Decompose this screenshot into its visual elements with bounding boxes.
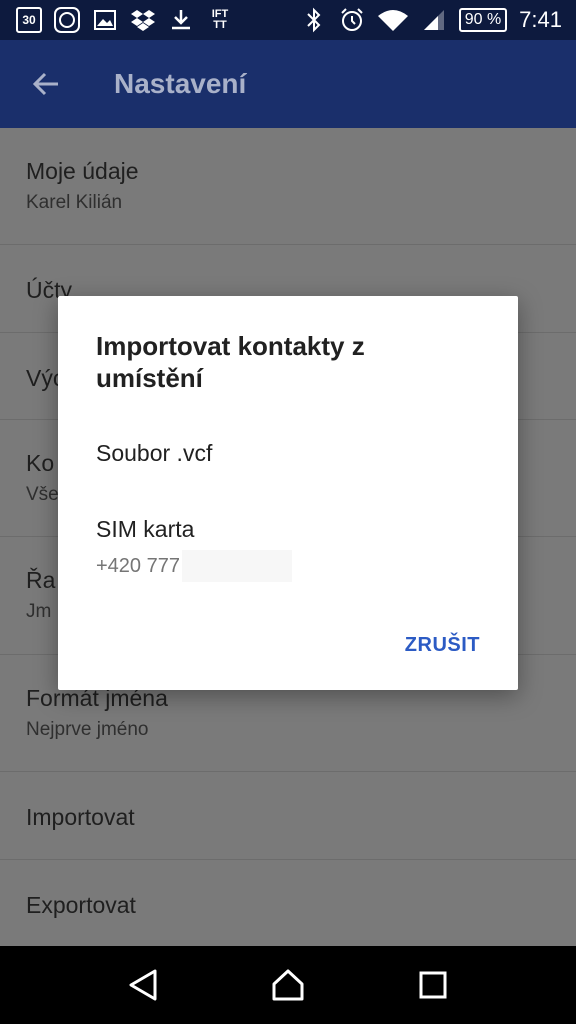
battery-indicator: 90 % — [458, 8, 508, 32]
page-title: Nastavení — [114, 68, 247, 99]
arrow-left-icon — [32, 72, 58, 96]
sim-number-text: +420 777 — [96, 554, 180, 577]
image-icon — [92, 7, 118, 33]
signal-icon — [421, 7, 447, 33]
home-icon — [272, 969, 304, 1001]
status-bar: 30 IFT TT 90 % 7:41 — [0, 0, 576, 40]
cancel-button[interactable]: ZRUŠIT — [405, 634, 480, 657]
dropbox-icon — [130, 7, 156, 33]
back-button[interactable] — [26, 64, 66, 104]
settings-item-my-info[interactable]: Moje údaje Karel Kilián — [0, 128, 576, 245]
mi-app-icon — [54, 7, 80, 33]
settings-item-export[interactable]: Exportovat — [0, 860, 576, 946]
calendar-icon: 30 — [16, 7, 42, 33]
dialog-title: Importovat kontakty z umístění — [96, 331, 365, 393]
settings-item-import[interactable]: Importovat — [0, 772, 576, 860]
bluetooth-icon — [301, 7, 327, 33]
download-icon — [168, 7, 194, 33]
option-sim-card[interactable]: SIM karta — [96, 516, 194, 543]
triangle-back-icon — [129, 969, 157, 1001]
nav-back-button[interactable] — [121, 963, 165, 1007]
navigation-bar — [0, 946, 576, 1024]
calendar-day: 30 — [22, 13, 36, 27]
ifttt-icon: IFT TT — [211, 8, 229, 31]
nav-recents-button[interactable] — [411, 963, 455, 1007]
redacted-block — [181, 550, 292, 582]
nav-home-button[interactable] — [266, 963, 310, 1007]
alarm-icon — [339, 7, 365, 33]
app-bar: Nastavení — [0, 40, 576, 128]
wifi-icon — [377, 7, 409, 33]
option-vcf-file[interactable]: Soubor .vcf — [96, 440, 212, 467]
import-dialog: Importovat kontakty z umístění Soubor .v… — [58, 296, 518, 690]
sim-number: +420 777 — [96, 550, 292, 582]
clock: 7:41 — [519, 7, 562, 32]
square-recents-icon — [419, 971, 447, 999]
